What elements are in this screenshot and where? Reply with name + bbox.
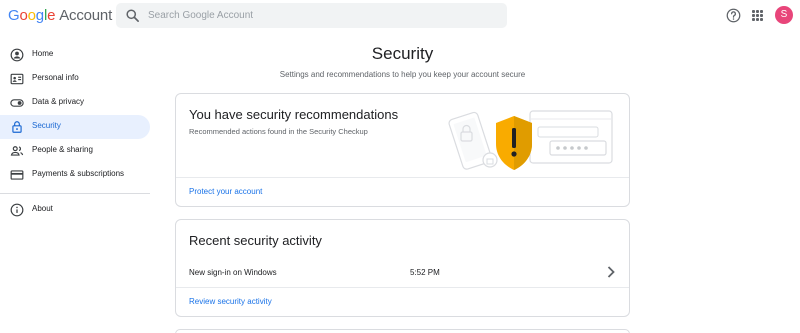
sidebar-item-label: Security [32,121,61,130]
info-icon [10,203,24,217]
activity-title: Recent security activity [189,233,322,248]
protect-account-link[interactable]: Protect your account [189,187,262,196]
activity-event: New sign-in on Windows [189,268,277,277]
sidebar-item-data-privacy[interactable]: Data & privacy [0,91,150,115]
next-card [175,329,630,333]
security-recommendations-card: You have security recommendations Recomm… [175,93,630,207]
security-shield-illustration [448,110,613,170]
sidebar-item-personal-info[interactable]: Personal info [0,67,150,91]
sidebar-item-people-sharing[interactable]: People & sharing [0,139,150,163]
top-bar: Google Account S [0,0,800,32]
sidebar-item-home[interactable]: Home [0,43,150,67]
sidebar-item-label: Payments & subscriptions [32,169,125,178]
people-icon [10,146,24,156]
sidebar-nav: Home Personal info Data & privacy Securi… [0,43,150,222]
recommendations-description: Recommended actions found in the Securit… [189,127,368,136]
sidebar-item-about[interactable]: About [0,198,150,222]
search-bar[interactable] [116,3,507,28]
card-divider [176,287,629,288]
sidebar-item-label: Personal info [32,73,79,82]
search-icon[interactable] [125,8,140,23]
card-divider [176,177,629,178]
sidebar-item-security[interactable]: Security [0,115,150,139]
home-icon [10,48,24,62]
person-card-icon [10,73,24,85]
sidebar-item-label: Data & privacy [32,97,85,106]
activity-row[interactable]: New sign-in on Windows 5:52 PM [176,258,629,286]
sidebar-item-label: About [32,204,53,213]
recent-activity-card: Recent security activity New sign-in on … [175,219,630,317]
search-input[interactable] [148,3,498,28]
sidebar-item-payments-subscriptions[interactable]: Payments & subscriptions [0,163,150,187]
avatar[interactable]: S [775,6,793,24]
review-activity-link[interactable]: Review security activity [189,297,272,306]
sidebar-divider [0,193,150,194]
activity-time: 5:52 PM [410,268,440,277]
sidebar-item-label: People & sharing [32,145,93,154]
page-subtitle: Settings and recommendations to help you… [279,70,526,79]
sidebar-item-label: Home [32,49,54,58]
credit-card-icon [10,170,24,180]
logo-account-text: Account [59,7,113,24]
lock-icon [12,121,22,133]
apps-grid-icon[interactable] [752,10,763,21]
help-icon[interactable] [726,8,741,23]
google-account-logo[interactable]: Google Account [8,7,112,24]
recommendations-title: You have security recommendations [189,107,399,122]
page-title: Security [371,44,434,63]
chevron-right-icon[interactable] [606,265,616,279]
toggle-icon [10,99,24,107]
